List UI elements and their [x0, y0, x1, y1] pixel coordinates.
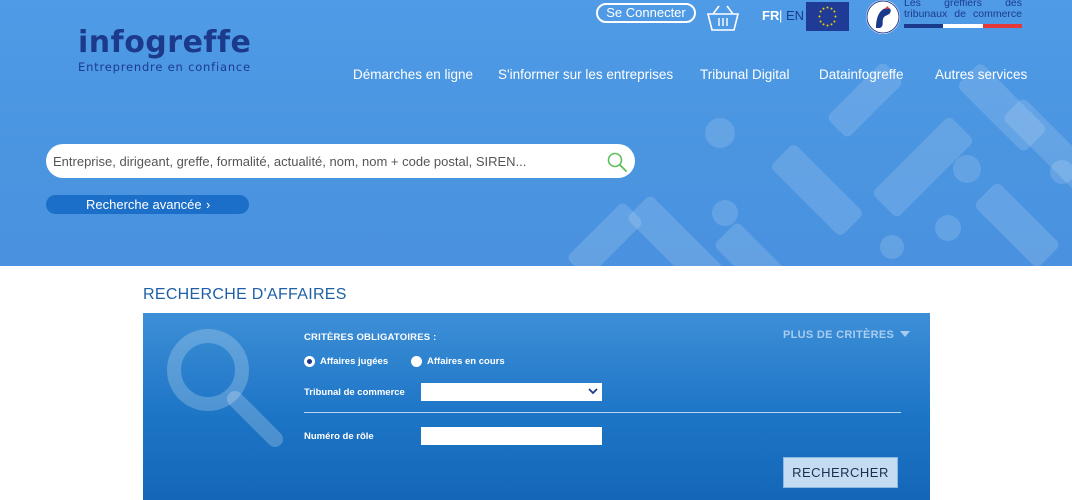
decorative-shape: [973, 181, 1061, 266]
tribunal-label: Tribunal de commerce: [304, 387, 405, 398]
decorative-dot: [880, 235, 904, 259]
decorative-dot: [953, 155, 981, 183]
advanced-search-button[interactable]: Recherche avancée ›: [46, 195, 249, 214]
decorative-shape: [1001, 96, 1072, 204]
caret-down-icon: [900, 331, 911, 337]
language-fr[interactable]: FR: [762, 8, 779, 23]
nav-item-datainfogreffe[interactable]: Datainfogreffe: [819, 67, 904, 82]
greffiers-emblem-icon: [866, 0, 900, 34]
eu-flag-icon: [806, 2, 849, 31]
basket-icon[interactable]: [706, 4, 740, 32]
radio-label: Affaires en cours: [427, 356, 505, 367]
language-separator: |: [779, 8, 783, 23]
decorative-shape: [769, 142, 865, 238]
form-divider: [304, 412, 901, 413]
french-tricolor-bar: [904, 24, 1022, 28]
nav-item-informer[interactable]: S'informer sur les entreprises: [498, 67, 673, 82]
nav-item-demarches[interactable]: Démarches en ligne: [353, 67, 473, 82]
advanced-search-label: Recherche avancée: [86, 197, 202, 212]
greffiers-logo[interactable]: Les greffiers des tribunaux de commerce: [866, 0, 1026, 34]
role-number-input[interactable]: [421, 427, 602, 445]
magnifier-watermark-icon: [167, 329, 283, 447]
main-nav: Démarches en ligne S'informer sur les en…: [0, 67, 1072, 85]
decorative-dot: [712, 200, 738, 226]
more-criteria-label: PLUS DE CRITÈRES: [783, 329, 895, 341]
nav-item-tribunal-digital[interactable]: Tribunal Digital: [700, 67, 790, 82]
decorative-dot: [935, 215, 961, 241]
search-form-panel: CRITÈRES OBLIGATOIRES : PLUS DE CRITÈRES…: [143, 313, 930, 500]
mandatory-criteria-title: CRITÈRES OBLIGATOIRES :: [304, 332, 437, 343]
section-title: RECHERCHE D'AFFAIRES: [143, 286, 347, 303]
logo-name: infogreffe: [78, 25, 252, 60]
tribunal-select[interactable]: [421, 383, 602, 401]
decorative-dot: [705, 118, 735, 148]
decorative-dot: [1050, 160, 1072, 184]
nav-item-autres-services[interactable]: Autres services: [935, 67, 1027, 82]
chevron-down-icon: [588, 388, 598, 395]
radio-button[interactable]: [411, 356, 422, 367]
chevron-right-icon: ›: [206, 197, 211, 212]
decorative-shape: [566, 201, 644, 266]
role-number-label: Numéro de rôle: [304, 431, 374, 442]
radio-button-checked[interactable]: [304, 356, 315, 367]
search-input[interactable]: [53, 152, 593, 170]
more-criteria-toggle[interactable]: PLUS DE CRITÈRES: [783, 329, 911, 341]
search-box: [46, 144, 635, 178]
decorative-shape: [713, 221, 801, 266]
greffiers-text: Les greffiers des tribunaux de commerce: [904, 0, 1022, 20]
decorative-shape: [626, 194, 728, 266]
language-en[interactable]: EN: [786, 8, 804, 23]
search-icon[interactable]: [606, 151, 628, 173]
radio-label: Affaires jugées: [320, 356, 389, 367]
search-submit-button[interactable]: RECHERCHER: [783, 457, 898, 488]
login-button[interactable]: Se Connecter: [596, 3, 696, 23]
